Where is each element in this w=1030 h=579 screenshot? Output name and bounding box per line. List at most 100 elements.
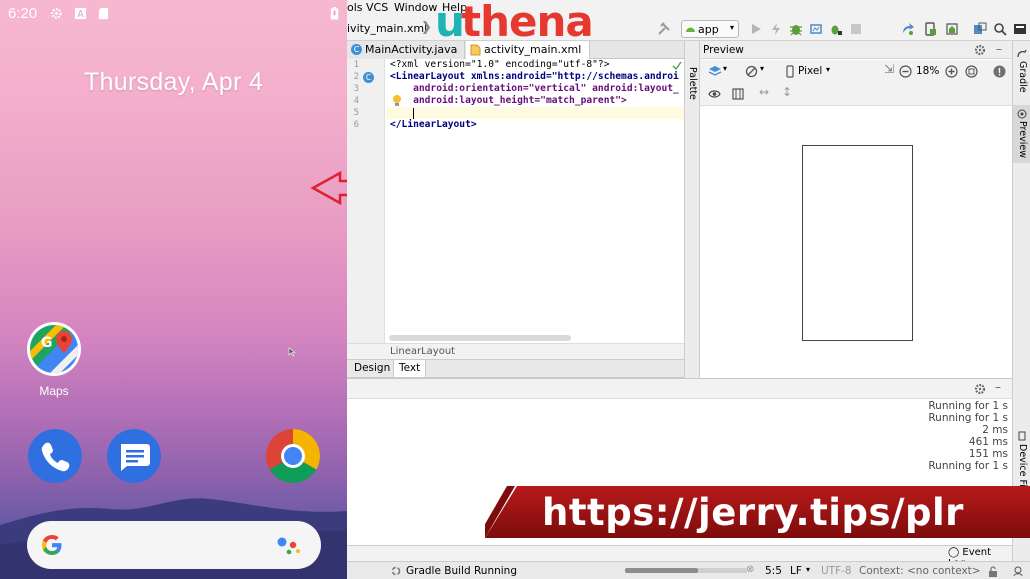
sync-gradle-icon[interactable]: [901, 22, 915, 36]
zoom-out-icon[interactable]: [899, 65, 912, 78]
gradle-icon: [1017, 49, 1027, 58]
eye-icon[interactable]: [708, 89, 721, 99]
a-icon: A: [74, 7, 87, 20]
attach-debugger-icon[interactable]: [829, 22, 843, 36]
menu-tools[interactable]: ols: [347, 1, 363, 14]
tab-label: activity_main.xml: [484, 43, 582, 56]
tab-activity-main-xml[interactable]: activity_main.xml ×: [466, 41, 590, 69]
palette-tool-button[interactable]: Palette: [687, 67, 698, 100]
screen-recording: 6:20 A Thursday, Apr 4 G Maps ols VCS Wi…: [0, 0, 1030, 579]
caret-position[interactable]: 5:5: [765, 565, 782, 577]
minimize-icon[interactable]: –: [995, 380, 1001, 394]
chevron-down-icon[interactable]: ▾: [760, 64, 764, 73]
app-label-maps: Maps: [39, 384, 69, 398]
run-configuration-dropdown[interactable]: app ▾: [681, 20, 739, 38]
device-preview-frame[interactable]: [802, 145, 913, 341]
zoom-to-fit-icon[interactable]: [965, 65, 978, 78]
gear-icon[interactable]: [974, 44, 986, 56]
inspector-icon[interactable]: [1012, 565, 1024, 577]
project-structure-icon[interactable]: [973, 22, 987, 36]
check-icon: [672, 61, 682, 70]
expand-vertical-icon[interactable]: ↕: [782, 85, 792, 99]
google-maps-icon[interactable]: G: [26, 321, 82, 377]
blueprint-icon[interactable]: [732, 88, 744, 100]
orientation-icon[interactable]: [745, 65, 758, 78]
battery-icon: [330, 7, 339, 20]
layers-icon[interactable]: [708, 65, 722, 78]
speech-bubble-icon: ◯: [948, 547, 960, 558]
line-separator[interactable]: LF: [790, 565, 802, 577]
palette-tool-strip: Palette: [684, 41, 700, 378]
build-log-entry: 2 ms: [982, 424, 1008, 436]
code-editor[interactable]: 1 2 3 4 5 6 C <?xml version="1.0" encodi…: [347, 59, 684, 343]
stop-icon[interactable]: [849, 22, 863, 36]
assistant-icon[interactable]: [276, 535, 302, 557]
cancel-icon[interactable]: ⊗: [746, 564, 754, 575]
preview-tool-button[interactable]: Preview: [1017, 121, 1028, 158]
lock-icon[interactable]: [988, 566, 998, 577]
build-output-panel: – Running for 1 s Running for 1 s 2 ms 4…: [347, 378, 1030, 545]
tab-design[interactable]: Design: [351, 362, 393, 374]
chevron-down-icon[interactable]: ▾: [826, 65, 830, 74]
build-log-entry: Running for 1 s: [928, 400, 1008, 412]
build-progress-bar: [625, 568, 747, 573]
svg-text:A: A: [77, 9, 84, 20]
code-line-2: <LinearLayout xmlns:android="http://sche…: [390, 71, 679, 82]
horizontal-scrollbar[interactable]: [389, 335, 571, 341]
preview-toolbar-secondary: ↔ ↕: [700, 84, 1012, 106]
menu-vcs[interactable]: VCS: [366, 1, 388, 14]
editor-breadcrumb[interactable]: LinearLayout: [390, 346, 455, 357]
svg-text:u: u: [435, 0, 464, 44]
resize-icon[interactable]: ⇲: [884, 62, 894, 76]
menu-window[interactable]: Window: [394, 1, 437, 14]
search-icon[interactable]: [993, 22, 1007, 36]
status-bar: 6:20 A: [0, 0, 347, 28]
assistant-icon[interactable]: [1013, 22, 1027, 36]
line-number: 1: [353, 60, 359, 70]
tab-text[interactable]: Text: [393, 360, 427, 377]
build-log-entry: Running for 1 s: [928, 412, 1008, 424]
file-encoding[interactable]: UTF-8: [821, 565, 852, 577]
context-indicator[interactable]: Context: <no context>: [859, 565, 981, 577]
device-selector[interactable]: Pixel: [798, 65, 822, 77]
svg-text:thena: thena: [461, 0, 593, 44]
phone-icon[interactable]: [28, 429, 82, 483]
tab-mainactivity[interactable]: C MainActivity.java ×: [347, 41, 465, 69]
chevron-down-icon[interactable]: ▾: [723, 64, 727, 73]
chrome-icon[interactable]: [266, 429, 320, 483]
class-icon[interactable]: C: [363, 72, 374, 83]
code-line-6: </LinearLayout>: [390, 119, 477, 130]
breadcrumb[interactable]: ivity_main.xml: [347, 22, 427, 35]
avd-manager-icon[interactable]: [923, 22, 937, 36]
preview-header: Preview –: [700, 41, 1012, 59]
status-time: 6:20: [8, 5, 38, 22]
build-progress-fill: [625, 568, 699, 573]
messages-icon[interactable]: [107, 429, 161, 483]
debug-icon[interactable]: [789, 22, 803, 36]
minimize-icon[interactable]: –: [996, 42, 1002, 56]
build-status[interactable]: Gradle Build Running: [406, 565, 517, 577]
code-line-1: <?xml version="1.0" encoding="utf-8"?>: [390, 59, 610, 70]
line-number: 5: [353, 108, 359, 118]
device-icon: [786, 65, 794, 78]
gradle-tool-button[interactable]: Gradle: [1017, 61, 1028, 93]
gear-icon: [51, 8, 62, 19]
layout-preview-panel: Preview – ▾ ▾ Pixel ▾ ⇲ 18% ↔ ↕: [700, 41, 1012, 378]
date-widget[interactable]: Thursday, Apr 4: [0, 68, 347, 97]
google-g-icon: [42, 535, 62, 555]
build-log-entry: 461 ms: [968, 436, 1008, 448]
warning-icon[interactable]: [993, 65, 1006, 78]
code-line-4: android:layout_height="match_parent">: [390, 95, 627, 106]
mouse-cursor: [288, 347, 296, 357]
expand-horizontal-icon[interactable]: ↔: [759, 85, 769, 99]
device-file-explorer-button[interactable]: Device Fi: [1017, 444, 1028, 487]
current-line-highlight: [386, 107, 684, 119]
hammer-icon[interactable]: [657, 22, 671, 36]
zoom-in-icon[interactable]: [945, 65, 958, 78]
sdk-manager-icon[interactable]: [945, 22, 959, 36]
apply-changes-icon[interactable]: [769, 22, 783, 36]
profile-icon[interactable]: [809, 22, 823, 36]
gear-icon[interactable]: [974, 383, 986, 395]
google-search-bar[interactable]: [27, 521, 321, 569]
run-icon[interactable]: [749, 22, 763, 36]
